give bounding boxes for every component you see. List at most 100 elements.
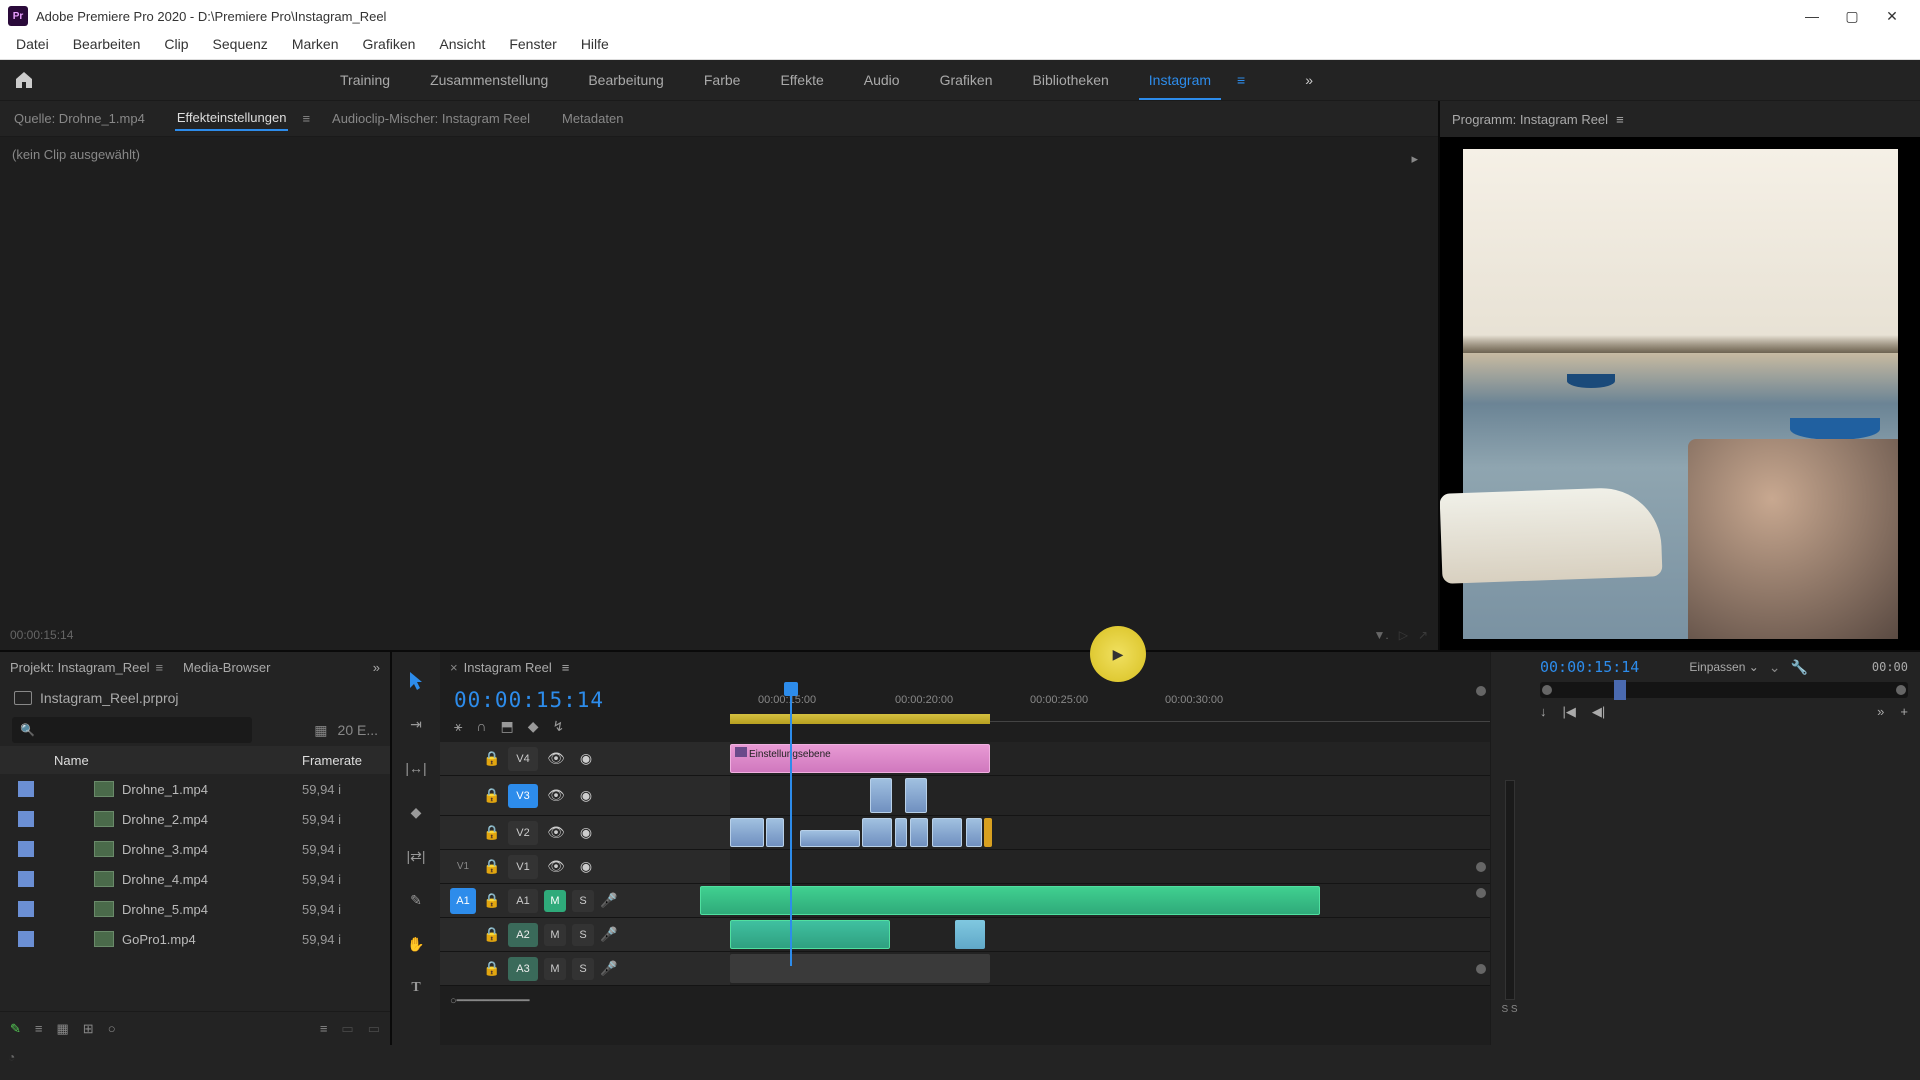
overflow-button[interactable]: » [1877,704,1884,720]
add-marker-icon[interactable]: ⬒ [500,718,513,735]
slip-tool[interactable]: |⇄| [402,842,430,870]
workspace-menu-icon[interactable]: ≡ [1237,72,1245,88]
adjustment-layer-clip[interactable]: Einstellungsebene [730,744,990,773]
track-label-v3[interactable]: V3 [508,784,538,808]
lock-icon[interactable]: 🔒 [482,750,502,767]
filter-icon[interactable]: ▼. [1373,628,1388,642]
wrench-icon[interactable]: 🔧 [1791,659,1808,676]
eye-icon[interactable]: 👁 [544,824,568,841]
lock-icon[interactable]: 🔒 [482,892,502,909]
razor-tool[interactable]: ◆ [402,798,430,826]
item-checkbox[interactable] [18,811,34,827]
timeline-ruler[interactable]: 00:00:15:00 00:00:20:00 00:00:25:00 00:0… [730,682,1490,742]
home-button[interactable] [8,64,40,96]
video-clip[interactable] [730,818,764,847]
sync-lock-icon[interactable]: ◉ [574,787,598,804]
track-label-a3[interactable]: A3 [508,957,538,981]
lock-icon[interactable]: 🔒 [482,824,502,841]
ripple-edit-tool[interactable]: |↔| [402,754,430,782]
audio-clip[interactable] [730,954,990,983]
add-marker-button[interactable]: ↓ [1540,704,1547,720]
new-item-icon[interactable]: ✎ [10,1021,21,1037]
solo-button[interactable]: S [572,958,594,980]
tab-quelle[interactable]: Quelle: Drohne_1.mp4 [12,107,147,130]
lock-icon[interactable]: 🔒 [482,858,502,875]
settings-icon[interactable]: ↯ [552,718,564,735]
selection-tool[interactable] [402,666,430,694]
tab-audioclip-mischer[interactable]: Audioclip-Mischer: Instagram Reel [330,107,532,130]
export-frame-icon[interactable]: ↗ [1418,628,1428,642]
scroll-handle[interactable] [1542,685,1552,695]
menu-marken[interactable]: Marken [280,32,351,59]
menu-datei[interactable]: Datei [4,32,61,59]
scroll-handle[interactable] [1896,685,1906,695]
panel-menu-icon[interactable]: ≡ [1616,112,1624,127]
workspace-instagram[interactable]: Instagram [1129,64,1231,96]
voiceover-icon[interactable]: 🎤 [600,960,617,977]
track-select-tool[interactable]: ⇥ [402,710,430,738]
item-checkbox[interactable] [18,901,34,917]
lock-icon[interactable]: 🔒 [482,787,502,804]
solo-button[interactable]: S [572,890,594,912]
work-area-bar[interactable] [730,714,990,724]
menu-hilfe[interactable]: Hilfe [569,32,621,59]
timeline-timecode[interactable]: 00:00:15:14 [454,688,716,712]
freeform-view-button[interactable]: ⊞ [83,1021,94,1037]
expand-arrow-icon[interactable]: ▸ [1411,151,1418,167]
tab-media-browser[interactable]: Media-Browser [183,660,270,675]
menu-bearbeiten[interactable]: Bearbeiten [61,32,153,59]
track-label-v4[interactable]: V4 [508,747,538,771]
scroll-handle[interactable] [1476,862,1486,872]
sync-lock-icon[interactable]: ◉ [574,858,598,875]
scroll-handle[interactable] [1476,964,1486,974]
playhead[interactable] [790,686,792,966]
source-patch-a1[interactable]: A1 [450,888,476,914]
video-clip[interactable] [862,818,892,847]
workspace-audio[interactable]: Audio [844,64,920,96]
track-label-v2[interactable]: V2 [508,821,538,845]
maximize-button[interactable]: ▢ [1832,0,1872,32]
mute-button[interactable]: M [544,958,566,980]
workspace-zusammenstellung[interactable]: Zusammenstellung [410,64,568,96]
type-tool[interactable]: T [402,974,430,1002]
audio-clip[interactable] [730,920,890,949]
program-title[interactable]: Programm: Instagram Reel [1452,112,1608,127]
scroll-handle[interactable] [1476,888,1486,898]
workspace-bearbeitung[interactable]: Bearbeitung [568,64,684,96]
panel-menu-icon[interactable]: ≡ [562,660,570,675]
workspace-overflow-icon[interactable]: » [1305,72,1313,88]
tab-metadaten[interactable]: Metadaten [560,107,625,130]
menu-fenster[interactable]: Fenster [497,32,568,59]
scroll-handle[interactable] [1476,686,1486,696]
mute-button[interactable]: M [544,924,566,946]
lock-icon[interactable]: 🔒 [482,960,502,977]
sync-lock-icon[interactable]: ◉ [574,824,598,841]
zoom-scrollbar[interactable]: ○━━━━━━━━━━━ [450,994,530,1007]
workspace-bibliotheken[interactable]: Bibliotheken [1013,64,1129,96]
list-view-button[interactable]: ≡ [35,1021,43,1036]
linked-selection-icon[interactable]: ∩ [476,718,486,735]
menu-ansicht[interactable]: Ansicht [427,32,497,59]
project-item[interactable]: GoPro1.mp459,94 i [0,924,390,954]
menu-clip[interactable]: Clip [152,32,200,59]
sort-icon[interactable]: ≡ [320,1021,328,1036]
solo-button[interactable]: S [572,924,594,946]
marker-icon[interactable]: ◆ [528,718,539,735]
resolution-dropdown[interactable]: ⌄ [1769,659,1781,676]
menu-sequenz[interactable]: Sequenz [201,32,280,59]
source-patch[interactable] [450,922,476,948]
panel-menu-icon[interactable]: ≡ [155,660,163,675]
find-icon[interactable]: ▭ [341,1021,353,1037]
hand-tool[interactable]: ✋ [402,930,430,958]
item-checkbox[interactable] [18,871,34,887]
project-item[interactable]: Drohne_5.mp459,94 i [0,894,390,924]
zoom-slider[interactable]: ○ [108,1021,116,1036]
project-item[interactable]: Drohne_1.mp459,94 i [0,774,390,804]
source-patch[interactable] [450,820,476,846]
play-only-icon[interactable]: ▷ [1399,628,1408,642]
audio-clip[interactable] [700,886,1320,915]
eye-icon[interactable]: 👁 [544,858,568,875]
mark-in-button[interactable]: |◀ [1563,704,1576,720]
search-input[interactable]: 🔍 [12,717,252,743]
close-sequence-icon[interactable]: × [450,660,458,675]
